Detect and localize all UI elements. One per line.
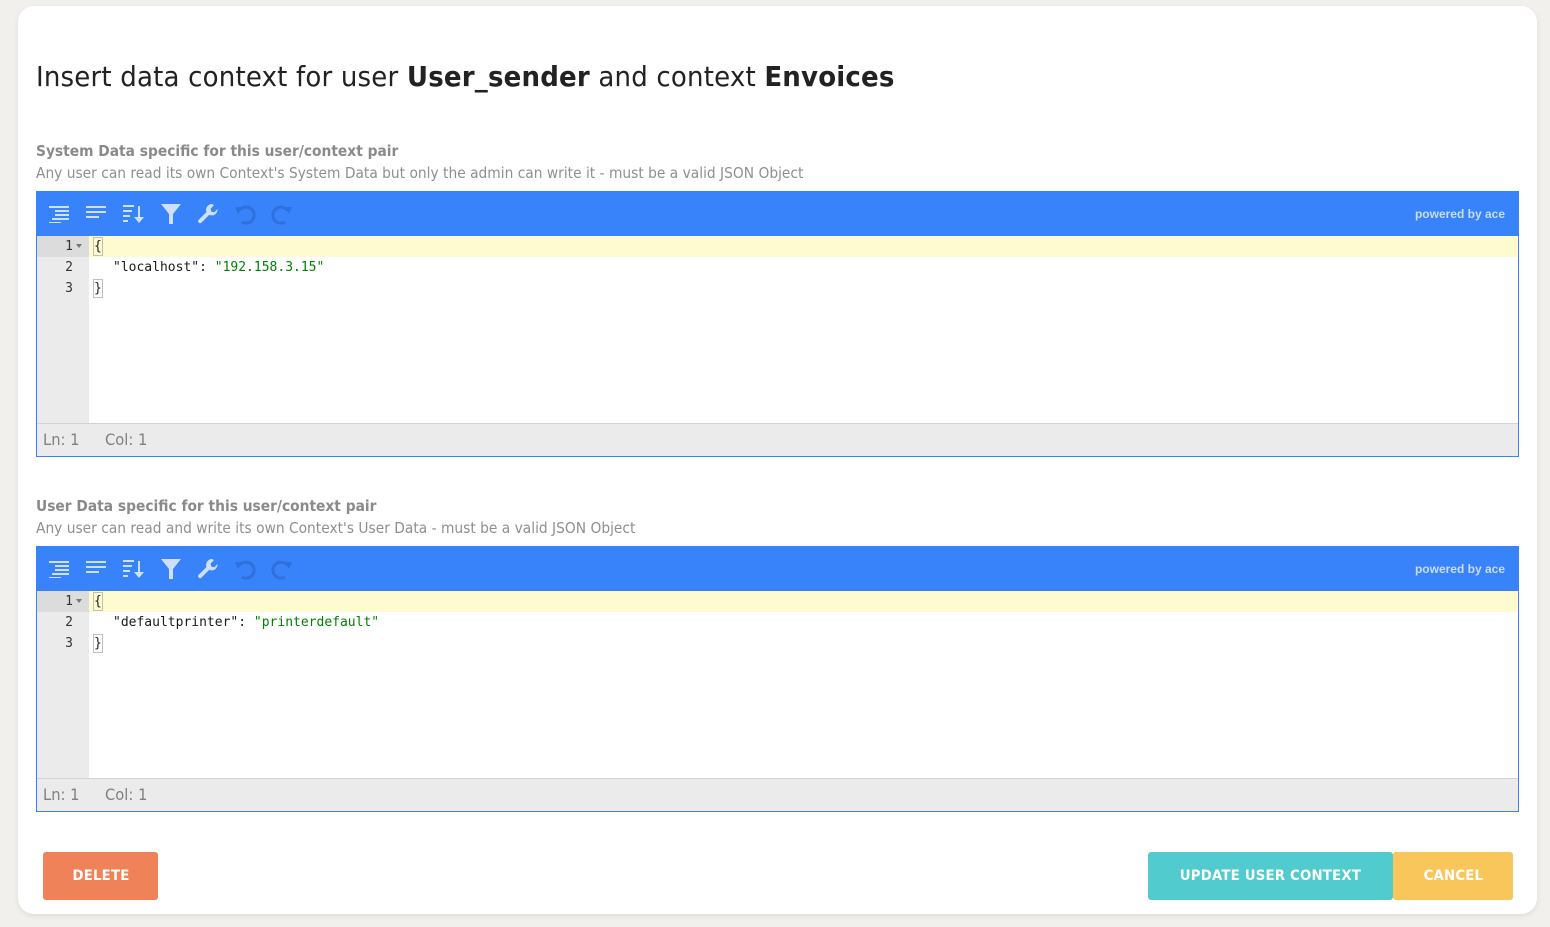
code-line: 2 "localhost": "192.158.3.15"	[37, 257, 1518, 278]
json-key: "defaultprinter"	[113, 615, 239, 630]
filter-icon	[161, 204, 181, 224]
line-number: 3	[65, 281, 73, 296]
compact-icon	[86, 206, 106, 218]
sort-icon	[123, 205, 144, 223]
line-number: 2	[65, 615, 73, 630]
compact-button[interactable]	[84, 556, 110, 582]
sort-button[interactable]	[121, 556, 147, 582]
redo-button[interactable]	[269, 556, 295, 582]
editor-status-bar: Ln: 1 Col: 1	[37, 423, 1518, 456]
brace-close: }	[93, 279, 103, 298]
user-data-description: Any user can read and write its own Cont…	[36, 519, 636, 537]
sort-button[interactable]	[121, 201, 147, 227]
update-user-context-button[interactable]: UPDATE USER CONTEXT	[1148, 852, 1393, 900]
powered-by-ace: powered by ace	[1414, 562, 1505, 576]
redo-icon	[271, 205, 292, 225]
title-middle: and context	[589, 60, 765, 93]
user-data-label: User Data specific for this user/context…	[36, 497, 377, 515]
json-separator: :	[199, 260, 215, 275]
code-line: 3 }	[37, 633, 1518, 654]
brace-close: }	[93, 634, 103, 653]
format-icon	[49, 561, 69, 578]
title-context: Envoices	[764, 60, 895, 93]
editor-toolbar: powered by ace	[37, 192, 1518, 236]
code-line: 3 }	[37, 278, 1518, 299]
status-column: Col: 1	[104, 430, 148, 449]
json-value: "192.158.3.15"	[214, 260, 325, 275]
compact-button[interactable]	[84, 201, 110, 227]
compact-icon	[86, 561, 106, 573]
update-button-label: UPDATE USER CONTEXT	[1179, 868, 1362, 884]
cancel-button[interactable]: CANCEL	[1393, 852, 1513, 900]
filter-button[interactable]	[158, 201, 184, 227]
redo-button[interactable]	[269, 201, 295, 227]
wrench-icon	[198, 204, 218, 224]
filter-icon	[161, 559, 181, 579]
format-button[interactable]	[47, 201, 73, 227]
format-icon	[49, 206, 69, 223]
line-number: 2	[65, 260, 73, 275]
dialog-card: Insert data context for user User_sender…	[18, 6, 1537, 914]
delete-button[interactable]: DELETE	[43, 852, 158, 900]
json-value: "printerdefault"	[253, 615, 380, 630]
repair-button[interactable]	[195, 201, 221, 227]
undo-icon	[235, 205, 256, 225]
system-data-description: Any user can read its own Context's Syst…	[36, 164, 804, 182]
undo-button[interactable]	[232, 556, 258, 582]
editor-status-bar: Ln: 1 Col: 1	[37, 778, 1518, 811]
brace-open: {	[93, 592, 103, 611]
status-line: Ln: 1	[43, 430, 80, 449]
code-area[interactable]: 1 { 2 "defaultprinter": "printerdefault"…	[37, 591, 1518, 778]
code-line: 1 {	[37, 236, 1518, 257]
fold-arrow-icon[interactable]	[76, 244, 82, 248]
system-data-editor[interactable]: powered by ace 1 { 2 "localhost": "192.1…	[36, 191, 1519, 457]
wrench-icon	[198, 559, 218, 579]
code-line: 1 {	[37, 591, 1518, 612]
user-data-editor[interactable]: powered by ace 1 { 2 "defaultprinter": "…	[36, 546, 1519, 812]
powered-by-ace: powered by ace	[1414, 207, 1505, 221]
line-number: 1	[65, 594, 73, 609]
undo-button[interactable]	[232, 201, 258, 227]
title-prefix: Insert data context for user	[36, 60, 407, 93]
system-data-label: System Data specific for this user/conte…	[36, 142, 399, 160]
sort-icon	[123, 560, 144, 578]
cancel-button-label: CANCEL	[1423, 868, 1483, 884]
brace-open: {	[93, 237, 103, 256]
code-line: 2 "defaultprinter": "printerdefault"	[37, 612, 1518, 633]
title-user: User_sender	[406, 60, 590, 93]
filter-button[interactable]	[158, 556, 184, 582]
editor-toolbar: powered by ace	[37, 547, 1518, 591]
undo-icon	[235, 560, 256, 580]
json-key: "localhost"	[113, 260, 200, 275]
page-title: Insert data context for user User_sender…	[36, 60, 895, 93]
redo-icon	[271, 560, 292, 580]
json-separator: :	[238, 615, 254, 630]
code-area[interactable]: 1 { 2 "localhost": "192.158.3.15" 3 }	[37, 236, 1518, 423]
status-column: Col: 1	[104, 785, 148, 804]
fold-arrow-icon[interactable]	[76, 599, 82, 603]
status-line: Ln: 1	[43, 785, 80, 804]
line-number: 3	[65, 636, 73, 651]
delete-button-label: DELETE	[71, 868, 129, 884]
format-button[interactable]	[47, 556, 73, 582]
repair-button[interactable]	[195, 556, 221, 582]
line-number: 1	[65, 239, 73, 254]
